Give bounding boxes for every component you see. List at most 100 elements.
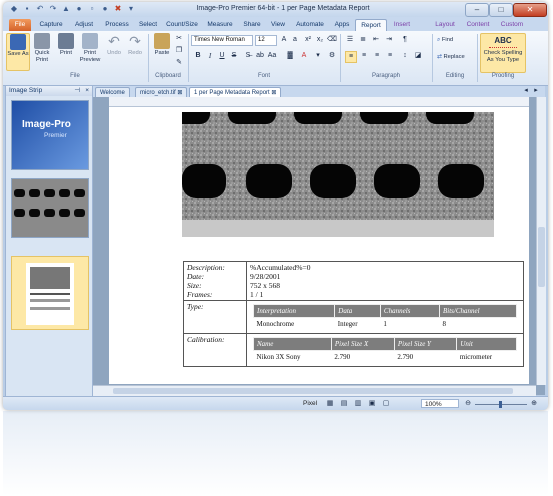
save-icon[interactable]: ▪: [22, 4, 32, 14]
macro-icon[interactable]: ●: [100, 4, 110, 14]
font-effects-icon[interactable]: ⚙: [327, 51, 337, 61]
case-icon[interactable]: Aa: [267, 51, 277, 61]
close-image-icon[interactable]: ✖: [113, 4, 123, 14]
align-right-icon[interactable]: ≡: [372, 51, 382, 61]
pin-icon[interactable]: ⊣: [74, 86, 80, 96]
tab-select[interactable]: Select: [135, 19, 161, 31]
tab-count-size[interactable]: Count/Size: [163, 19, 201, 31]
find-button[interactable]: ⌕ Find: [437, 37, 471, 44]
underline-icon[interactable]: U: [217, 51, 227, 61]
tab-capture[interactable]: Capture: [35, 19, 67, 31]
fit-icon[interactable]: ▣: [367, 399, 377, 409]
view-icon[interactable]: ▤: [339, 399, 349, 409]
align-center-icon[interactable]: ≡: [359, 51, 369, 61]
thumbnail-report[interactable]: [11, 256, 89, 330]
tab-process[interactable]: Process: [101, 19, 133, 31]
maximize-button[interactable]: □: [489, 3, 513, 17]
undo-button[interactable]: ↶ Undo: [104, 33, 124, 57]
check-spelling-button[interactable]: ABC Check Spelling As You Type: [480, 33, 526, 73]
zoom-level[interactable]: 100%: [421, 399, 459, 408]
font-color-icon[interactable]: A: [299, 51, 309, 61]
format-painter-icon[interactable]: ✎: [174, 58, 184, 68]
close-tab-icon[interactable]: ⊠: [177, 90, 182, 96]
open-icon[interactable]: ▲: [61, 4, 71, 14]
app-menu-icon[interactable]: ◆: [9, 4, 19, 14]
tab-scroll-left-icon[interactable]: ◂: [521, 86, 531, 96]
print-icon[interactable]: ▫: [87, 4, 97, 14]
grid-icon[interactable]: ▦: [325, 399, 335, 409]
description-value: %Accumulated%=0: [250, 263, 311, 272]
vertical-scrollbar[interactable]: [536, 97, 546, 385]
horizontal-scroll-thumb[interactable]: [113, 388, 513, 394]
undo-icon[interactable]: ↶: [35, 4, 45, 14]
grow-font-icon[interactable]: A: [279, 35, 289, 45]
text-highlight-icon[interactable]: ab: [255, 51, 265, 61]
print-button[interactable]: Print: [56, 33, 76, 57]
layout-icon[interactable]: ▥: [353, 399, 363, 409]
redo-icon[interactable]: ↷: [48, 4, 58, 14]
redo-button[interactable]: ↷ Redo: [125, 33, 145, 57]
tab-share[interactable]: Share: [239, 19, 265, 31]
clear-format-icon[interactable]: ⌫: [327, 35, 337, 45]
print-preview-button[interactable]: Print Preview: [79, 33, 101, 64]
tab-content[interactable]: Content: [463, 19, 493, 31]
paste-label: Paste: [154, 50, 170, 56]
capture-icon[interactable]: ●: [74, 4, 84, 14]
tab-adjust[interactable]: Adjust: [69, 19, 99, 31]
thumbnail-micro-etch[interactable]: [11, 178, 89, 238]
paste-button[interactable]: Paste: [151, 33, 173, 57]
bold-icon[interactable]: B: [193, 51, 203, 61]
line-spacing-icon[interactable]: ↕: [400, 51, 410, 61]
subscript-icon[interactable]: x₂: [315, 35, 325, 45]
tab-insert[interactable]: Insert: [389, 19, 415, 31]
quick-print-button[interactable]: Quick Print: [32, 33, 52, 64]
close-button[interactable]: ✕: [513, 3, 547, 17]
size-value: 752 x 568: [250, 281, 280, 290]
outdent-icon[interactable]: ⇤: [371, 35, 381, 45]
tab-measure[interactable]: Measure: [203, 19, 237, 31]
thumbnail-logo[interactable]: Image-Pro Premier: [11, 100, 89, 170]
replace-button[interactable]: ⇄ Replace: [437, 54, 477, 61]
tab-custom[interactable]: Custom: [497, 19, 527, 31]
zoom-out-icon[interactable]: ⊖: [463, 399, 473, 409]
strikethrough-icon[interactable]: S: [229, 51, 239, 61]
save-as-button[interactable]: Save As: [6, 33, 30, 71]
show-formatting-icon[interactable]: ¶: [400, 35, 410, 45]
indent-icon[interactable]: ⇥: [384, 35, 394, 45]
panel-close-icon[interactable]: ×: [85, 86, 89, 96]
font-size-select[interactable]: 12: [255, 35, 277, 46]
bullets-icon[interactable]: ☰: [345, 35, 355, 45]
paste-icon: [154, 33, 170, 49]
zoom-in-icon[interactable]: ⊕: [529, 399, 539, 409]
minimize-button[interactable]: –: [465, 3, 489, 17]
shrink-font-icon[interactable]: a: [290, 35, 300, 45]
replace-icon: ⇄: [437, 54, 442, 60]
double-strike-icon[interactable]: S̶: [243, 51, 253, 61]
italic-icon[interactable]: I: [205, 51, 215, 61]
unit-indicator[interactable]: Pixel: [303, 400, 317, 407]
tab-apps[interactable]: Apps: [331, 19, 353, 31]
shading-icon[interactable]: ◪: [413, 51, 423, 61]
tab-automate[interactable]: Automate: [291, 19, 329, 31]
numbering-icon[interactable]: ≣: [358, 35, 368, 45]
vertical-scroll-thumb[interactable]: [538, 227, 545, 287]
tab-view[interactable]: View: [267, 19, 289, 31]
tab-layout[interactable]: Layout: [431, 19, 459, 31]
copy-icon[interactable]: ❐: [174, 46, 184, 56]
close-tab-icon[interactable]: ⊠: [271, 90, 276, 96]
tab-list-icon[interactable]: ▸: [531, 86, 541, 96]
outline-icon[interactable]: ▢: [381, 399, 391, 409]
horizontal-ruler[interactable]: [109, 97, 529, 107]
horizontal-scrollbar[interactable]: [93, 385, 536, 396]
zoom-slider-thumb[interactable]: [499, 401, 502, 408]
justify-icon[interactable]: ≡: [385, 51, 395, 61]
font-name-select[interactable]: Times New Roman: [191, 35, 253, 46]
font-color-dropdown-icon[interactable]: ▾: [313, 51, 323, 61]
tab-file[interactable]: File: [9, 19, 31, 31]
align-left-icon[interactable]: ≡: [345, 51, 357, 63]
highlight-color-icon[interactable]: ▓: [285, 51, 295, 61]
superscript-icon[interactable]: x²: [303, 35, 313, 45]
cut-icon[interactable]: ✂: [174, 34, 184, 44]
qat-dropdown-icon[interactable]: ▾: [126, 4, 136, 14]
calibration-header-cell: Pixel Size X: [330, 337, 395, 351]
